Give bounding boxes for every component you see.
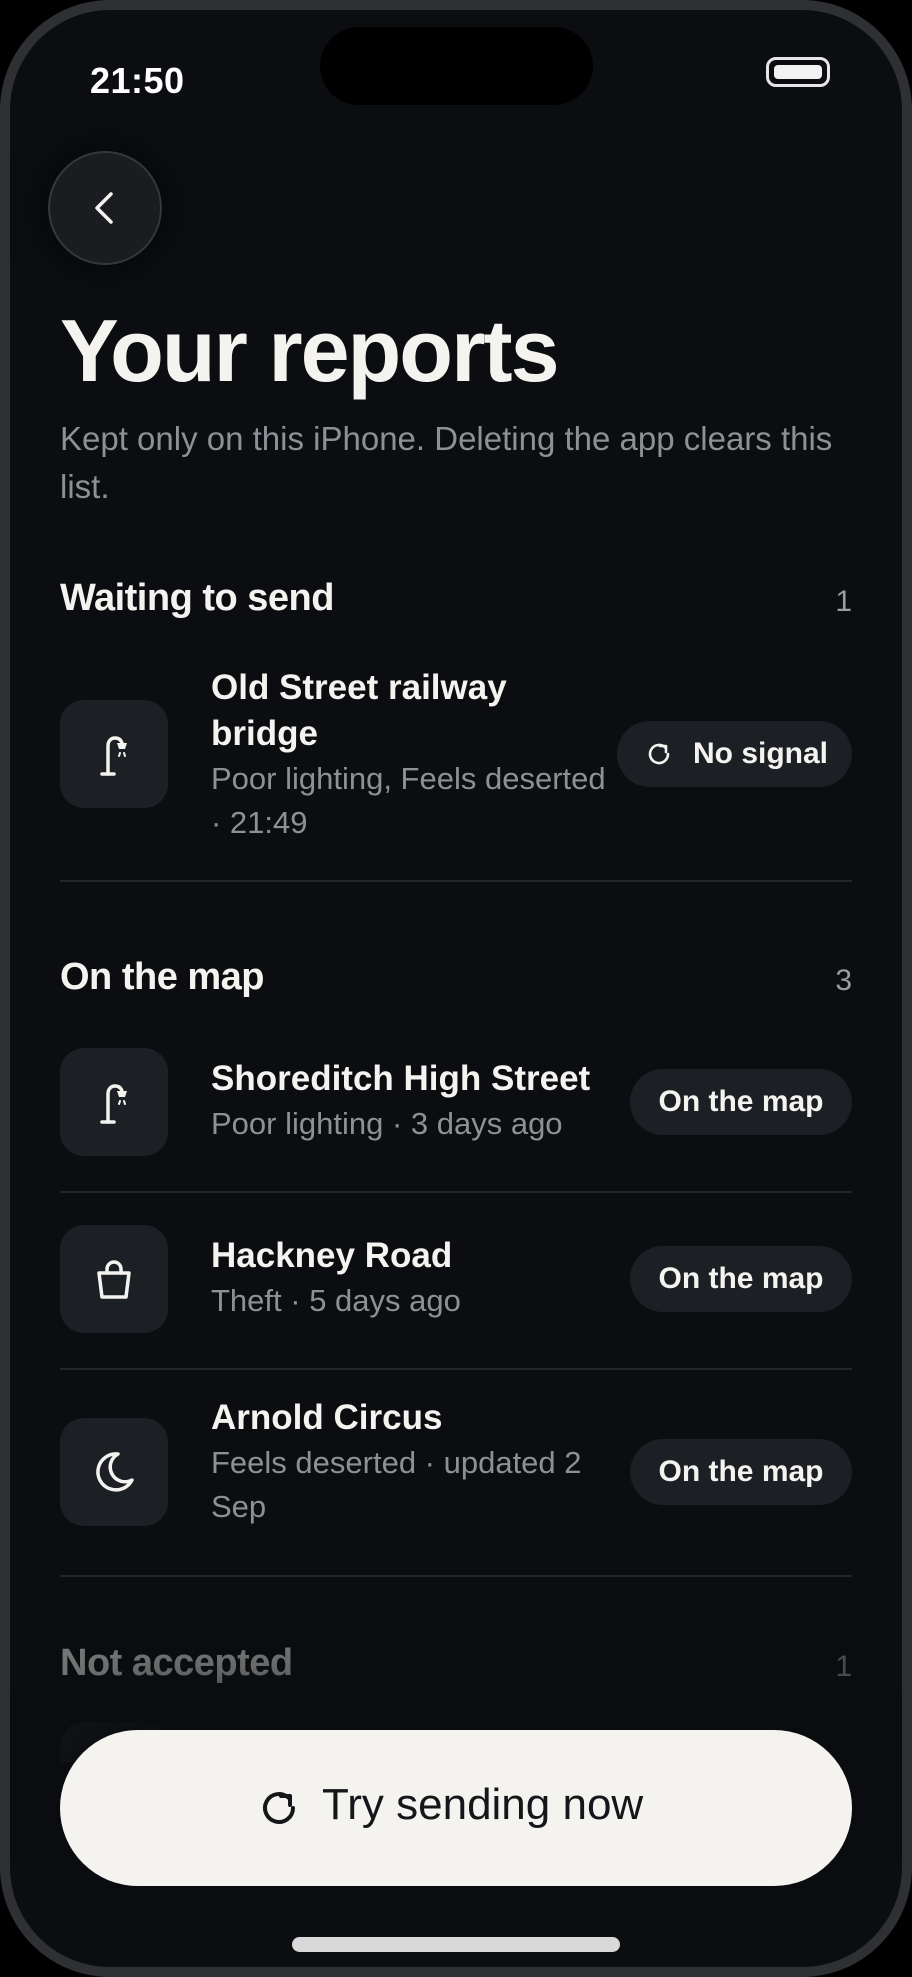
row-title: Arnold Circus [211,1398,443,1437]
divider [60,880,852,882]
section-waiting-header: Waiting to send 1 [60,577,852,627]
row-text: Arnold Circus Feels deserted · updated 2… [211,1395,621,1529]
streetlamp-icon [100,1084,127,1124]
row-icon-tile [60,700,168,808]
row-meta: Feels deserted · updated 2 Sep [211,1445,582,1524]
section-title: Waiting to send [60,577,334,619]
section-on-map-header: On the map 3 [60,956,852,1006]
refresh-icon [263,1792,295,1824]
status-label: No signal [693,737,829,770]
status-badge-on-map[interactable]: On the map [630,1246,852,1312]
section-count: 1 [835,585,852,618]
chevron-left-icon [95,192,113,224]
bag-icon [97,1260,131,1299]
row-meta: Poor lighting · 3 days ago [211,1106,563,1141]
cta-label: Try sending now [322,1780,644,1829]
row-icon-tile [60,1048,168,1156]
row-text: Old Street railway bridge Poor lighting,… [211,665,611,845]
divider [60,1575,852,1577]
report-row-shoreditch[interactable]: Shoreditch High Street Poor lighting · 3… [60,1040,852,1160]
divider [60,1368,852,1370]
screen: 21:50 Your reports Kept only on this iPh… [10,10,902,1967]
status-badge-no-signal[interactable]: No signal [617,721,852,787]
page-subtitle: Kept only on this iPhone. Deleting the a… [60,420,833,505]
refresh-icon [648,743,670,765]
device-frame: 21:50 Your reports Kept only on this iPh… [0,0,912,1977]
dynamic-island [320,27,593,105]
home-indicator [292,1937,620,1952]
section-not-accepted-header: Not accepted 1 [60,1642,852,1692]
row-title: Shoreditch High Street [211,1059,591,1098]
status-time: 21:50 [90,60,185,101]
section-title: On the map [60,956,265,998]
back-button[interactable] [48,151,162,265]
page-title: Your reports [60,301,560,400]
row-title: Old Street railway bridge [211,668,507,753]
row-title: Hackney Road [211,1236,453,1275]
moon-icon [96,1452,134,1492]
row-icon-tile [60,1225,168,1333]
row-meta: Poor lighting, Feels deserted · 21:49 [211,761,606,840]
status-badge-on-map[interactable]: On the map [630,1439,852,1505]
section-title: Not accepted [60,1642,293,1684]
try-sending-now-button[interactable]: Try sending now [60,1730,852,1886]
battery-icon [766,57,830,87]
streetlamp-icon [100,736,127,776]
row-text: Shoreditch High Street Poor lighting · 3… [211,1056,641,1146]
row-text: Hackney Road Theft · 5 days ago [211,1233,611,1323]
section-count: 3 [835,964,852,997]
section-count: 1 [835,1650,852,1683]
divider [60,1191,852,1193]
row-meta: Theft · 5 days ago [211,1283,461,1318]
row-icon-tile [60,1418,168,1526]
report-row-hackney[interactable]: Hackney Road Theft · 5 days ago On the m… [60,1217,852,1337]
report-row-arnold-circus[interactable]: Arnold Circus Feels deserted · updated 2… [60,1395,852,1565]
status-badge-on-map[interactable]: On the map [630,1069,852,1135]
report-row-old-street[interactable]: Old Street railway bridge Poor lighting,… [60,665,852,855]
